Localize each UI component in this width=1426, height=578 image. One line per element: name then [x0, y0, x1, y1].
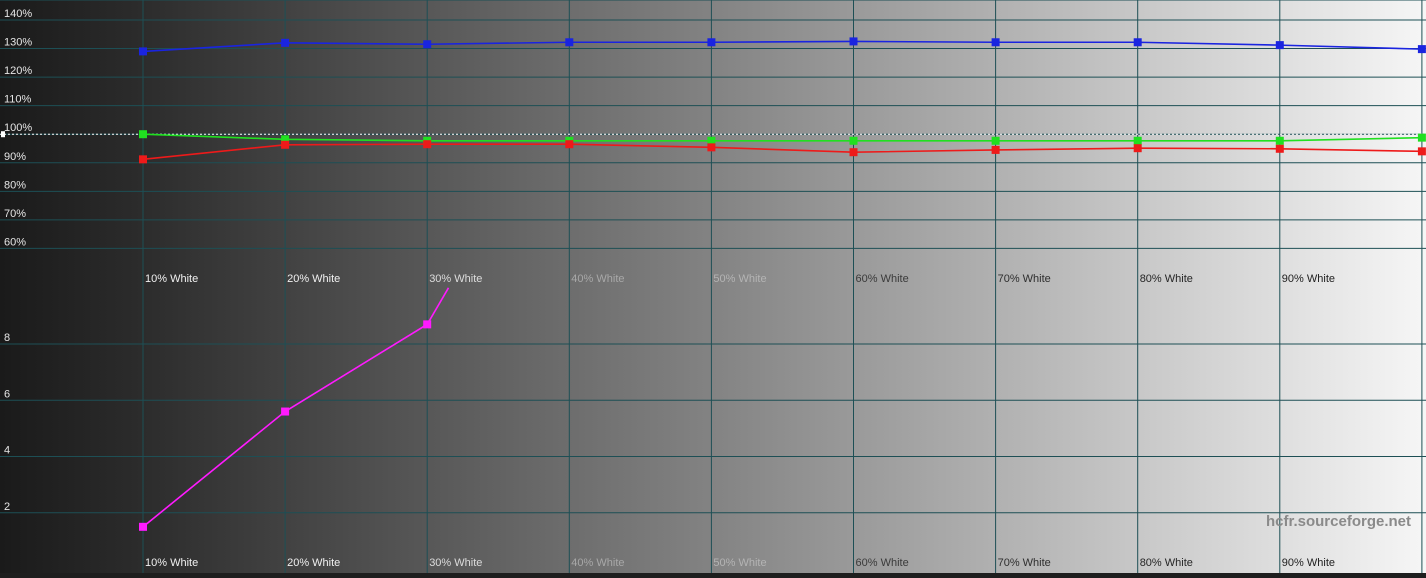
data-point	[139, 522, 147, 531]
x-tick-label: 30% White	[429, 273, 482, 285]
x-tick-label: 70% White	[998, 557, 1051, 569]
y-tick-label: 90%	[4, 151, 26, 163]
y-tick-label: 70%	[4, 208, 26, 220]
y-tick-label: 4	[4, 445, 10, 457]
x-tick-label: 10% White	[145, 557, 198, 569]
data-point	[1133, 144, 1142, 153]
data-point	[139, 47, 147, 56]
x-tick-label: 70% White	[998, 273, 1051, 285]
x-tick-label: 20% White	[287, 557, 340, 569]
data-point	[1417, 133, 1426, 142]
data-point	[281, 38, 290, 47]
data-point	[565, 38, 574, 47]
x-tick-label: 60% White	[856, 557, 909, 569]
chart-svg: 60% 70% 80% 90% 100% 110% 120% 130% 140% 10% Whit…	[0, 0, 1426, 573]
data-point	[423, 40, 432, 49]
x-tick-label: 20% White	[287, 273, 340, 285]
y-tick-label: 6	[4, 388, 10, 400]
data-point	[991, 136, 1000, 145]
data-point	[281, 140, 290, 149]
chart-background	[0, 0, 1426, 573]
watermark: hcfr.sourceforge.net	[1266, 513, 1411, 530]
data-point	[707, 143, 716, 152]
x-tick-label: 40% White	[571, 557, 624, 569]
data-point	[849, 37, 858, 46]
data-point	[1133, 38, 1142, 47]
x-tick-label: 50% White	[713, 273, 766, 285]
x-tick-label: 80% White	[1140, 273, 1193, 285]
data-point	[1417, 147, 1426, 156]
y-tick-label: 60%	[4, 236, 26, 248]
data-point	[1417, 45, 1426, 54]
data-point	[991, 145, 1000, 154]
x-tick-label: 10% White	[145, 273, 198, 285]
data-point	[423, 320, 432, 329]
data-point	[1133, 136, 1142, 145]
x-tick-label: 90% White	[1282, 273, 1335, 285]
x-tick-label: 60% White	[856, 273, 909, 285]
x-tick-label: 30% White	[429, 557, 482, 569]
data-point	[1275, 136, 1284, 145]
y-tick-label: 2	[4, 501, 10, 513]
data-point	[849, 136, 858, 145]
y-tick-label: 110%	[4, 94, 32, 106]
data-point	[281, 407, 290, 416]
data-point	[707, 38, 716, 47]
y-tick-label: 80%	[4, 179, 26, 191]
y-tick-label: 130%	[4, 37, 32, 49]
y-tick-label: 8	[4, 332, 10, 344]
data-point	[139, 130, 147, 139]
y-tick-label: 140%	[4, 8, 32, 20]
x-tick-label: 80% White	[1140, 557, 1193, 569]
data-point	[991, 38, 1000, 47]
y-tick-label: 100%	[4, 122, 32, 134]
data-point	[139, 155, 147, 164]
x-tick-label: 90% White	[1282, 557, 1335, 569]
y-tick-label: 120%	[4, 65, 32, 77]
data-point	[1275, 41, 1284, 50]
x-tick-label: 40% White	[571, 273, 624, 285]
x-tick-label: 50% White	[713, 557, 766, 569]
data-point	[423, 140, 432, 149]
chart-canvas: 60% 70% 80% 90% 100% 110% 120% 130% 140% 10% Whit…	[0, 0, 1426, 573]
data-point	[1275, 144, 1284, 153]
data-point	[565, 140, 574, 149]
data-point	[849, 148, 858, 157]
